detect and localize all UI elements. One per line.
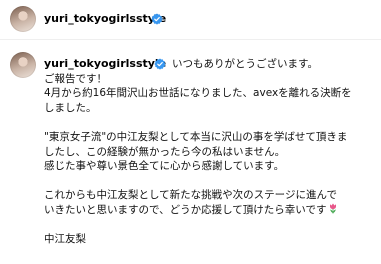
caption-line: したし、この経験が無かったら今の私はいません。 <box>44 145 286 158</box>
caption-line: しました。 <box>44 101 97 114</box>
caption-line: いつもありがとうございます。 <box>172 58 318 70</box>
caption-line: 感じた事や尊い景色全てに心から感謝しています。 <box>44 160 285 173</box>
post-header: yuri_tokyogirlsstyle <box>0 0 381 40</box>
avatar[interactable] <box>10 6 36 32</box>
caption-line: 4月から約16年間沢山お世話になりました、avexを離れる決断を <box>44 87 352 100</box>
caption-line: いきたいと思いますので、どうか応援して頂けたら幸いです <box>44 203 327 216</box>
caption-line-with-emoji: いきたいと思いますので、どうか応援して頂けたら幸いです <box>44 203 374 218</box>
verified-badge-icon <box>151 13 163 25</box>
caption-signature: 中江友梨 <box>44 233 86 246</box>
post-avatar[interactable] <box>10 52 36 78</box>
caption-line: ご報告です！ <box>44 72 107 85</box>
tulip-icon <box>330 203 337 214</box>
caption-line: これからも中江友梨として新たな挑戦や次のステージに進んで <box>44 189 337 202</box>
caption-line: "東京女子流"の中江友梨として本当に沢山の事を学ばせて頂きま <box>44 130 348 143</box>
post-caption: いつもありがとうございます。 ご報告です！ 4月から約16年間沢山お世話になりま… <box>44 57 374 247</box>
header-username[interactable]: yuri_tokyogirlsstyle <box>44 12 166 26</box>
